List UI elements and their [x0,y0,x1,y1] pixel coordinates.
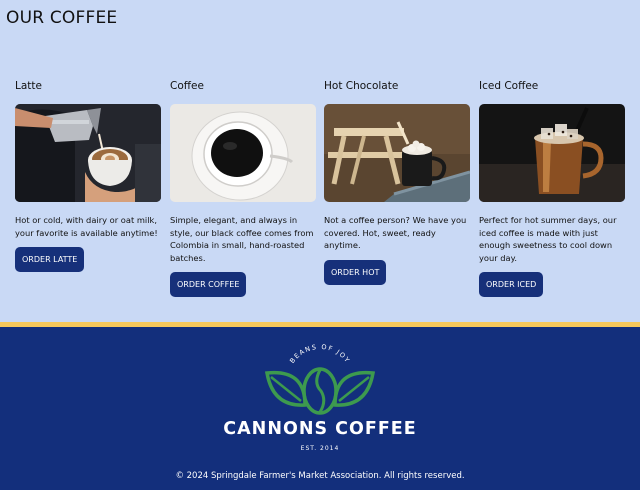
hot-chocolate-image [324,104,470,202]
card-title: Latte [15,80,42,92]
product-card-coffee: Coffee Simple, elegant, and always in st… [170,80,317,298]
brand-name: CANNONS COFFEE [223,419,417,439]
latte-image [15,104,161,202]
iced-coffee-image [479,104,625,202]
latte-photo [15,104,161,202]
card-title: Coffee [170,80,204,92]
order-hot-button[interactable]: ORDER HOT [324,259,387,285]
card-description: Simple, elegant, and always in style, ou… [170,215,314,263]
order-coffee-button[interactable]: ORDER COFFEE [170,272,247,298]
iced-coffee-photo [479,104,625,202]
card-description: Not a coffee person? We have you covered… [324,215,467,251]
coffee-bean-leaf-logo: BEANS OF JOY [264,343,376,415]
product-cards: Latte Hot or cold, with dairy or oat mil… [15,80,630,310]
hot-chocolate-photo [324,104,470,202]
logo-arc-text: BEANS OF JOY [288,343,350,365]
black-coffee-photo [170,104,316,202]
order-iced-button[interactable]: ORDER ICED [479,272,544,298]
coffee-image [170,104,316,202]
order-latte-button[interactable]: ORDER LATTE [15,247,85,273]
card-title: Hot Chocolate [324,80,399,92]
established-year: EST. 2014 [300,445,340,452]
brand-logo: BEANS OF JOY [255,343,385,423]
page-title: OUR COFFEE [6,8,118,28]
svg-text:BEANS OF JOY: BEANS OF JOY [288,343,352,365]
card-title: Iced Coffee [479,80,539,92]
site-footer: BEANS OF JOY CANNONS COFFEE EST. 2014 © … [0,327,640,490]
product-card-hot-chocolate: Hot Chocolate Not a coffee person? We ha… [324,80,471,285]
product-card-iced-coffee: Iced Coffee Perfect for hot summer days,… [479,80,626,298]
card-description: Hot or cold, with dairy or oat milk, you… [15,215,158,238]
product-card-latte: Latte Hot or cold, with dairy or oat mil… [15,80,162,273]
copyright-text: © 2024 Springdale Farmer's Market Associ… [175,471,465,481]
card-description: Perfect for hot summer days, our iced co… [479,215,617,263]
